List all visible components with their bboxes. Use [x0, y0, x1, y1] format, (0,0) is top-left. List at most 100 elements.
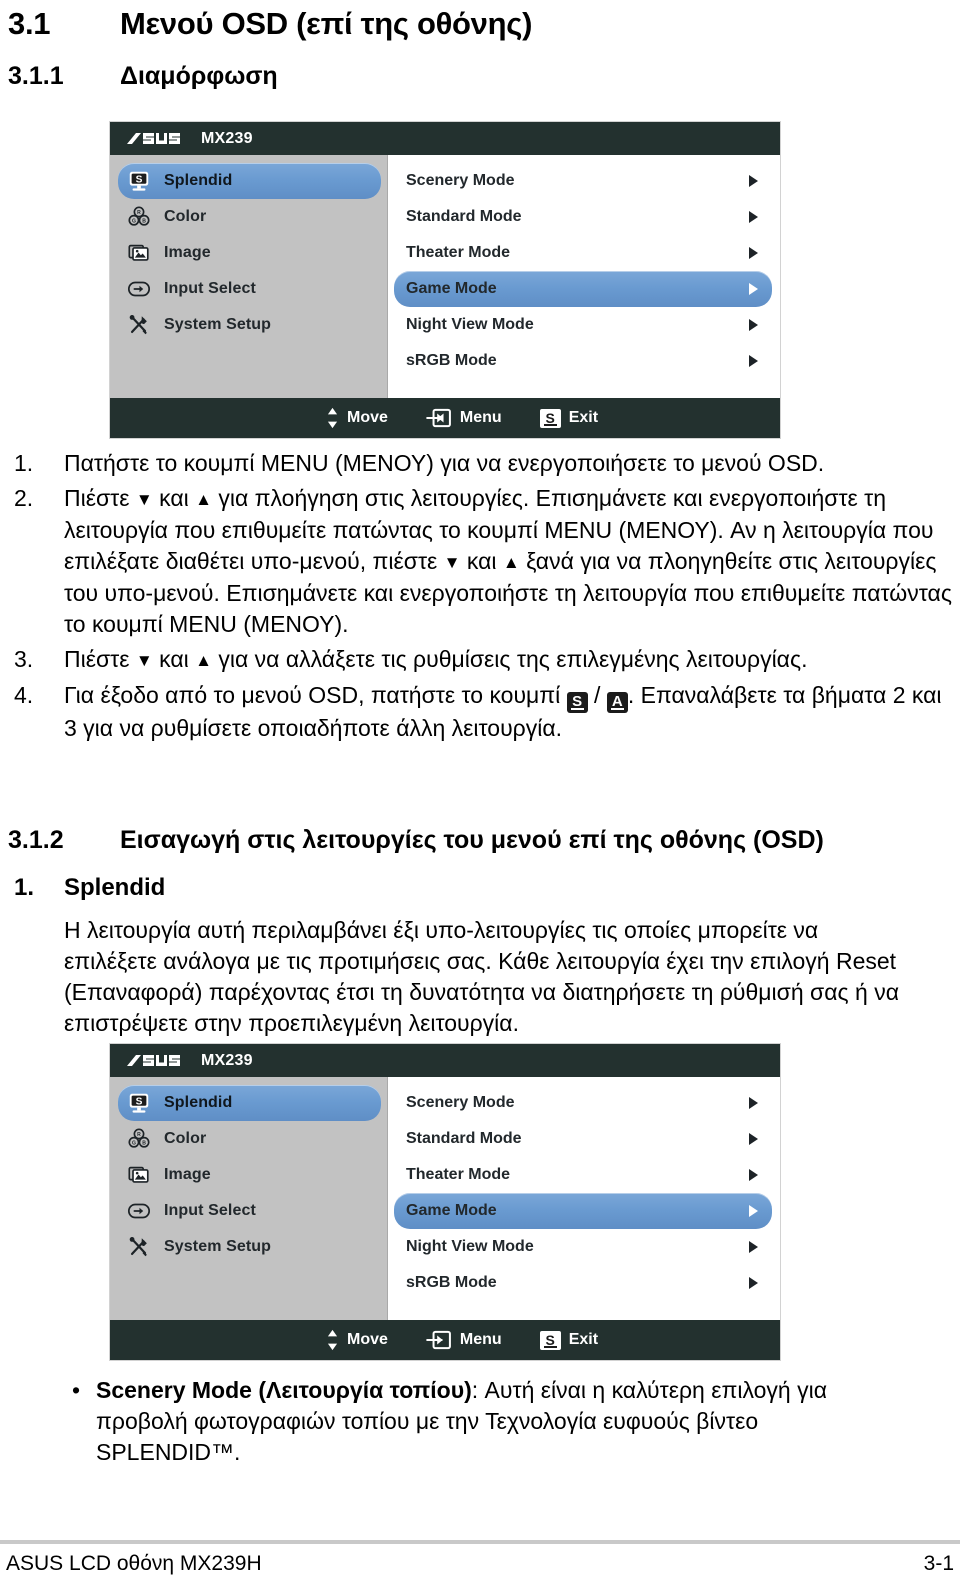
splendid-subsection-heading: 1. Splendid — [8, 874, 165, 902]
osd-sidebar-label: System Setup — [164, 316, 272, 333]
svg-text:B: B — [142, 1141, 146, 1147]
color-rgb-icon: R G B — [126, 1126, 152, 1152]
osd-option-night-view-mode[interactable]: Night View Mode — [394, 307, 772, 343]
asus-logo-icon — [126, 131, 192, 146]
osd-footer-move[interactable]: Move — [326, 1329, 388, 1351]
menu-enter-icon — [426, 408, 452, 428]
osd-footer-move[interactable]: Move — [326, 407, 388, 429]
osd-menu-screenshot-1: MX239 S Splendid R G B Color Image Input… — [110, 122, 780, 438]
scenery-mode-bullet: • Scenery Mode (Λειτουργία τοπίου): Αυτή… — [56, 1375, 906, 1468]
step-text: Πατήστε το κουμπί MENU (ΜΕΝΟΥ) για να εν… — [64, 450, 825, 476]
section-heading-text: Εισαγωγή στις λειτουργίες του μενού επί … — [120, 826, 824, 854]
chevron-right-icon — [749, 211, 758, 223]
osd-title-bar: MX239 — [110, 1044, 780, 1077]
osd-title-bar: MX239 — [110, 122, 780, 155]
osd-option-label: Game Mode — [406, 1202, 497, 1219]
section-heading-3-1-1: 3.1.1 Διαμόρφωση — [8, 62, 952, 91]
splendid-s-button-icon: S — [566, 692, 588, 713]
osd-sidebar-item-system-setup[interactable]: System Setup — [118, 1229, 381, 1265]
page-title-text: Μενού OSD (επί της οθόνης) — [120, 6, 533, 41]
osd-footer-label: Menu — [459, 409, 502, 426]
menu-enter-icon — [426, 1330, 452, 1350]
input-arrow-icon — [126, 1198, 152, 1224]
up-arrow-icon: ▲ — [502, 553, 520, 572]
chevron-right-icon — [749, 1169, 758, 1181]
osd-sidebar-item-color[interactable]: R G B Color — [118, 199, 381, 235]
osd-footer-exit[interactable]: S Exit — [539, 408, 598, 428]
footer-divider — [0, 1540, 960, 1544]
splendid-title: Splendid — [64, 874, 166, 901]
osd-option-srgb-mode[interactable]: sRGB Mode — [394, 1265, 772, 1301]
up-arrow-icon: ▲ — [195, 651, 212, 670]
osd-sidebar-label: Input Select — [164, 1202, 256, 1219]
osd-sidebar-item-system-setup[interactable]: System Setup — [118, 307, 381, 343]
osd-option-scenery-mode[interactable]: Scenery Mode — [394, 1085, 772, 1121]
step-number: 4. — [14, 682, 34, 708]
step-number: 1. — [14, 450, 34, 476]
osd-footer-menu[interactable]: Menu — [426, 408, 502, 428]
chevron-right-icon — [749, 247, 758, 259]
footer-page-number: 3-1 — [923, 1552, 954, 1575]
list-item: 1. Πατήστε το κουμπί MENU (ΜΕΝΟΥ) για να… — [8, 448, 952, 479]
step-text: Για έξοδο από το μενού OSD, πατήστε το κ… — [64, 682, 942, 741]
down-arrow-icon: ▼ — [443, 553, 461, 572]
osd-sidebar-item-color[interactable]: R G B Color — [118, 1121, 381, 1157]
splendid-number: 1. — [14, 874, 35, 901]
osd-option-theater-mode[interactable]: Theater Mode — [394, 1157, 772, 1193]
osd-option-night-view-mode[interactable]: Night View Mode — [394, 1229, 772, 1265]
splendid-description: Η λειτουργία αυτή περιλαμβάνει έξι υπο-λ… — [64, 917, 899, 1036]
osd-option-standard-mode[interactable]: Standard Mode — [394, 1121, 772, 1157]
osd-sidebar-item-splendid[interactable]: S Splendid — [118, 163, 381, 199]
osd-option-label: Night View Mode — [406, 1238, 534, 1255]
osd-footer-exit[interactable]: S Exit — [539, 1330, 598, 1350]
section-heading-3-1-2: 3.1.2 Εισαγωγή στις λειτουργίες του μενο… — [8, 826, 952, 855]
osd-option-label: Night View Mode — [406, 316, 534, 333]
down-arrow-icon: ▼ — [135, 651, 153, 670]
osd-sidebar-item-image[interactable]: Image — [118, 235, 381, 271]
osd-option-label: Theater Mode — [406, 244, 511, 261]
image-photos-icon — [126, 240, 152, 266]
osd-option-label: Game Mode — [406, 280, 497, 297]
step-number: 3. — [14, 646, 34, 672]
footer-left-text: ASUS LCD οθόνη MX239H — [6, 1552, 262, 1575]
osd-footer-menu[interactable]: Menu — [426, 1330, 502, 1350]
osd-option-srgb-mode[interactable]: sRGB Mode — [394, 343, 772, 379]
osd-sidebar-label: Image — [164, 244, 211, 261]
osd-option-label: sRGB Mode — [406, 1274, 497, 1291]
up-down-arrows-icon — [326, 1329, 339, 1351]
osd-sidebar-label: Color — [164, 208, 207, 225]
svg-text:B: B — [142, 219, 146, 225]
osd-option-scenery-mode[interactable]: Scenery Mode — [394, 163, 772, 199]
page-footer: ASUS LCD οθόνη MX239H 3-1 — [0, 1552, 960, 1576]
osd-option-game-mode[interactable]: Game Mode — [394, 1193, 772, 1229]
section-heading-number: 3.1.2 — [8, 826, 64, 854]
osd-option-standard-mode[interactable]: Standard Mode — [394, 199, 772, 235]
osd-option-game-mode[interactable]: Game Mode — [394, 271, 772, 307]
chevron-right-icon — [749, 1133, 758, 1145]
splendid-s-button-icon: S — [539, 408, 561, 428]
chevron-right-icon — [749, 175, 758, 187]
page-title: 3.1 Μενού OSD (επί της οθόνης) — [8, 6, 952, 42]
list-item: 2. Πιέστε ▼ και ▲ για πλοήγηση στις λειτ… — [8, 483, 952, 640]
tools-wrench-screwdriver-icon — [126, 312, 152, 338]
chevron-right-icon — [749, 355, 758, 367]
osd-model-label: MX239 — [201, 129, 253, 147]
osd-sidebar: S Splendid R G B Color Image Input Selec… — [110, 155, 388, 398]
step-number: 2. — [14, 485, 34, 511]
osd-sidebar-label: Splendid — [164, 172, 233, 189]
section-heading-number: 3.1.1 — [8, 62, 64, 90]
osd-sidebar-item-image[interactable]: Image — [118, 1157, 381, 1193]
osd-sidebar-item-input-select[interactable]: Input Select — [118, 1193, 381, 1229]
color-rgb-icon: R G B — [126, 204, 152, 230]
asus-logo-icon — [126, 1053, 192, 1068]
osd-option-label: sRGB Mode — [406, 352, 497, 369]
auto-a-button-icon: A — [606, 692, 628, 713]
osd-sidebar-item-input-select[interactable]: Input Select — [118, 271, 381, 307]
splendid-s-button-icon: S — [539, 1330, 561, 1350]
up-down-arrows-icon — [326, 407, 339, 429]
osd-sidebar-item-splendid[interactable]: S Splendid — [118, 1085, 381, 1121]
bullet-marker: • — [71, 1377, 81, 1403]
osd-option-theater-mode[interactable]: Theater Mode — [394, 235, 772, 271]
osd-option-label: Scenery Mode — [406, 172, 515, 189]
osd-sidebar-label: Color — [164, 1130, 207, 1147]
